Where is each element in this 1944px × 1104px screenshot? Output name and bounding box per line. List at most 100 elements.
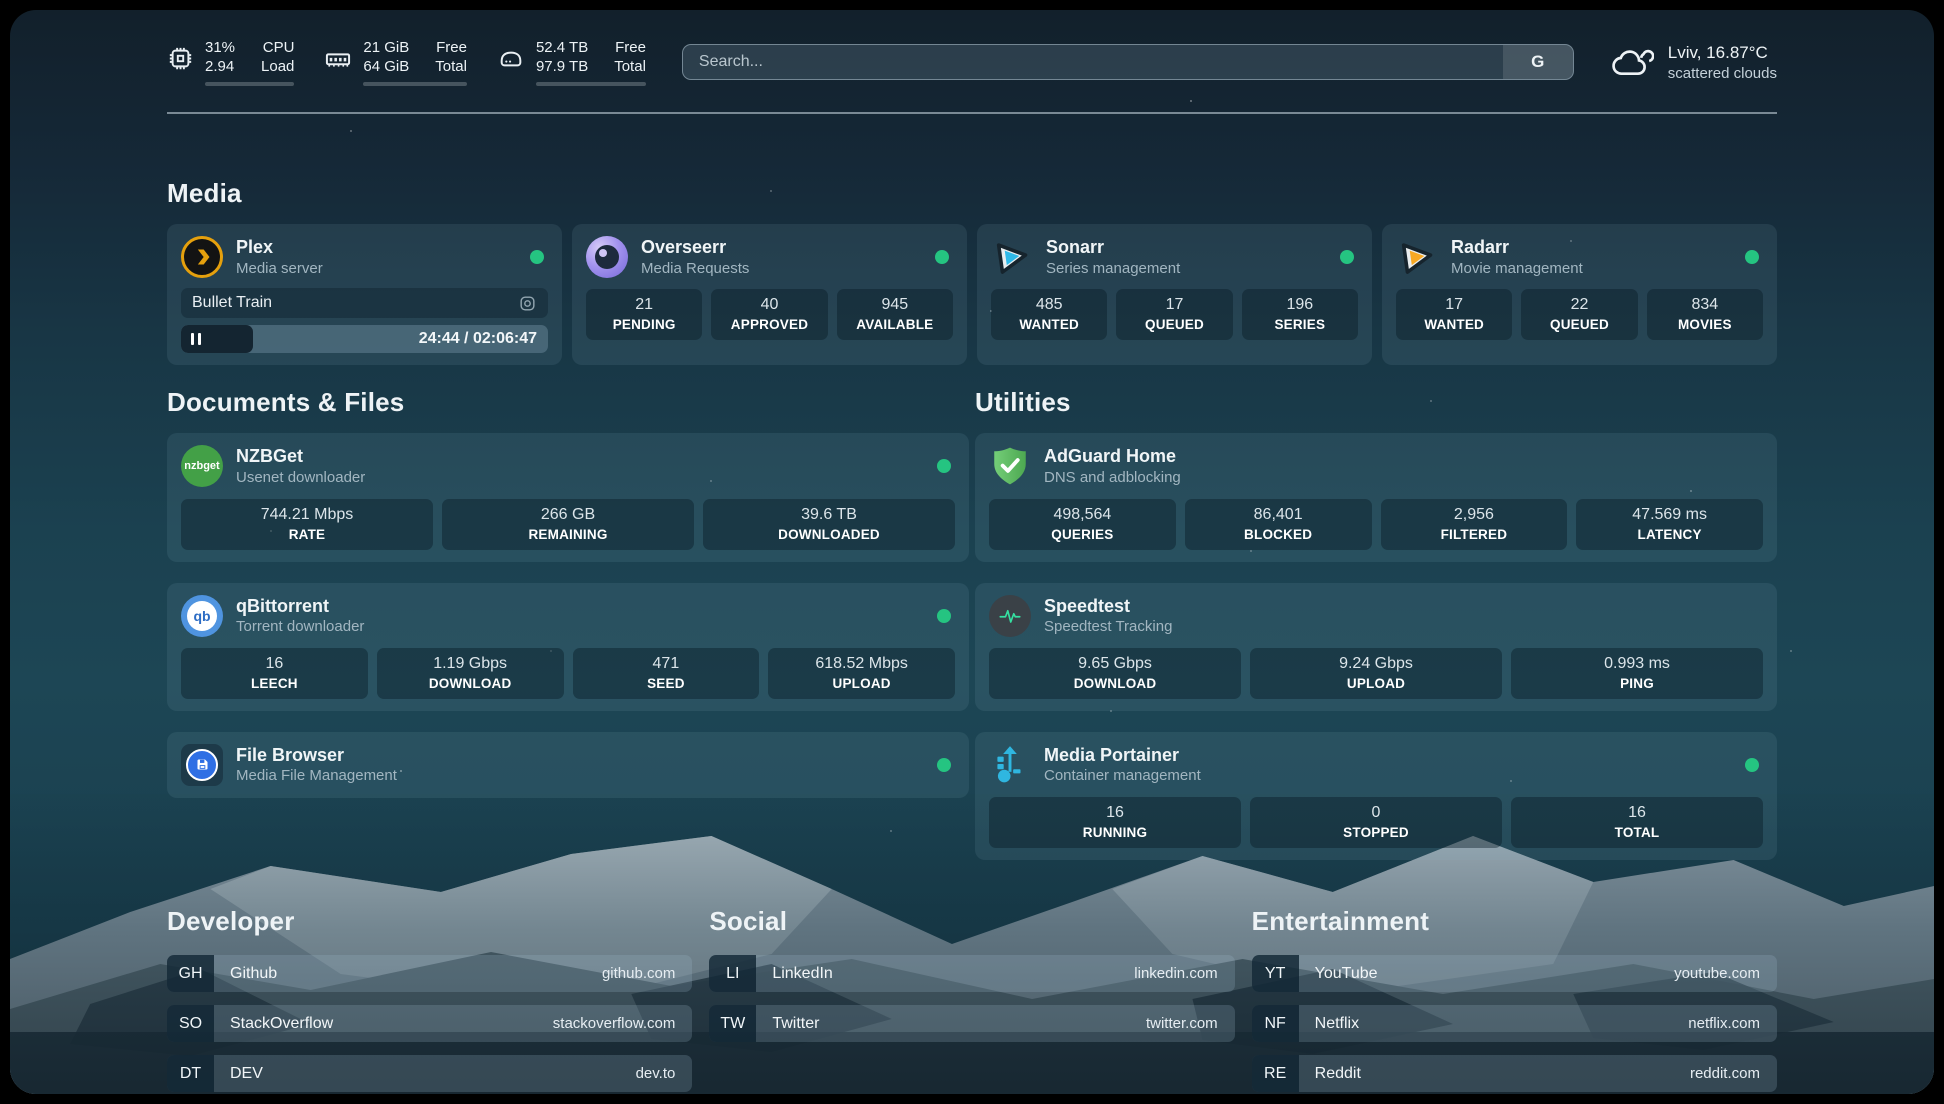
bookmark-name: Github: [214, 955, 277, 992]
cpu-usage-label: CPU: [261, 38, 294, 57]
bookmark-abbr: TW: [709, 1005, 756, 1042]
ram-icon: [324, 45, 352, 73]
service-name: AdGuard Home: [1044, 445, 1181, 468]
stat-box: 266 GBREMAINING: [442, 499, 694, 550]
playback-time: 24:44 / 02:06:47: [419, 330, 537, 348]
media-cards-row: Plex Media server Bullet Train 24:44 / 0…: [167, 224, 1777, 365]
bookmark-abbr: SO: [167, 1005, 214, 1042]
bookmark-stackoverflow[interactable]: SO StackOverflow stackoverflow.com: [167, 1005, 692, 1042]
overseerr-icon: [586, 236, 628, 278]
documents-column: nzbget NZBGet Usenet downloader 744.21 M…: [167, 433, 969, 798]
bookmark-name: DEV: [214, 1055, 263, 1092]
stat-box: 39.6 TBDOWNLOADED: [703, 499, 955, 550]
stat-box: 1.19 GbpsDOWNLOAD: [377, 648, 564, 699]
stat-box: 21PENDING: [586, 289, 702, 340]
service-name: Plex: [236, 236, 323, 259]
bookmark-abbr: YT: [1252, 955, 1299, 992]
bookmark-url: reddit.com: [1690, 1055, 1777, 1092]
bookmark-netflix[interactable]: NF Netflix netflix.com: [1252, 1005, 1777, 1042]
section-title-media: Media: [167, 178, 1777, 209]
stat-box: 744.21 MbpsRATE: [181, 499, 433, 550]
memory-progress-bar: [363, 82, 467, 86]
topbar-divider: [167, 112, 1777, 114]
disk-free-label: Free: [614, 38, 646, 57]
bookmark-dev[interactable]: DT DEV dev.to: [167, 1055, 692, 1092]
service-name: Radarr: [1451, 236, 1583, 259]
status-dot: [1340, 250, 1354, 264]
disk-free-value: 52.4 TB: [536, 38, 588, 57]
status-dot: [935, 250, 949, 264]
disk-total-value: 97.9 TB: [536, 57, 588, 76]
stat-box: 86,401BLOCKED: [1185, 499, 1372, 550]
weather-location-temp: Lviv, 16.87°C: [1668, 43, 1777, 63]
status-dot: [530, 250, 544, 264]
memory-free-value: 21 GiB: [363, 38, 409, 57]
service-card-sonarr[interactable]: Sonarr Series management 485WANTED 17QUE…: [977, 224, 1372, 365]
service-card-radarr[interactable]: Radarr Movie management 17WANTED 22QUEUE…: [1382, 224, 1777, 365]
plex-icon: [181, 236, 223, 278]
bookmark-url: linkedin.com: [1134, 955, 1234, 992]
stat-box: 40APPROVED: [711, 289, 827, 340]
nzbget-icon: nzbget: [181, 445, 223, 487]
service-card-adguard[interactable]: AdGuard Home DNS and adblocking 498,564Q…: [975, 433, 1777, 561]
stat-box: 17WANTED: [1396, 289, 1512, 340]
search-input[interactable]: [683, 53, 1503, 71]
service-desc: Movie management: [1451, 260, 1583, 279]
service-card-plex[interactable]: Plex Media server Bullet Train 24:44 / 0…: [167, 224, 562, 365]
bookmark-url: youtube.com: [1674, 955, 1777, 992]
bookmark-reddit[interactable]: RE Reddit reddit.com: [1252, 1055, 1777, 1092]
service-card-portainer[interactable]: Media Portainer Container management 16R…: [975, 732, 1777, 860]
sonarr-icon: [991, 236, 1033, 278]
service-name: qBittorrent: [236, 595, 364, 618]
bookmark-group-social: Social LI LinkedIn linkedin.com TW Twitt…: [709, 906, 1234, 1094]
search-provider-button[interactable]: G: [1503, 45, 1573, 79]
memory-free-label: Free: [435, 38, 467, 57]
section-title-entertainment: Entertainment: [1252, 906, 1777, 937]
stat-box: 16LEECH: [181, 648, 368, 699]
service-desc: Speedtest Tracking: [1044, 618, 1172, 637]
bookmark-group-developer: Developer GH Github github.com SO StackO…: [167, 906, 692, 1094]
status-dot: [937, 758, 951, 772]
cloud-icon: [1610, 42, 1654, 82]
service-card-overseerr[interactable]: Overseerr Media Requests 21PENDING 40APP…: [572, 224, 967, 365]
cpu-monitor: 31% CPU 2.94 Load: [167, 38, 294, 86]
service-name: Media Portainer: [1044, 744, 1201, 767]
bookmark-url: dev.to: [636, 1055, 693, 1092]
cpu-chip-icon: [167, 45, 194, 72]
stat-box: 9.65 GbpsDOWNLOAD: [989, 648, 1241, 699]
speedtest-icon: [989, 595, 1031, 637]
bookmark-group-entertainment: Entertainment YT YouTube youtube.com NF …: [1252, 906, 1777, 1094]
cpu-usage-value: 31%: [205, 38, 235, 57]
stat-box: 471SEED: [573, 648, 760, 699]
stat-box: 196SERIES: [1242, 289, 1358, 340]
utilities-column: AdGuard Home DNS and adblocking 498,564Q…: [975, 433, 1777, 860]
adguard-icon: [989, 445, 1031, 487]
status-dot: [1745, 250, 1759, 264]
dashboard-window: 31% CPU 2.94 Load 21 GiB: [10, 10, 1934, 1094]
stat-box: 16TOTAL: [1511, 797, 1763, 848]
radarr-icon: [1396, 236, 1438, 278]
bookmark-url: twitter.com: [1146, 1005, 1235, 1042]
stat-box: 485WANTED: [991, 289, 1107, 340]
section-title-developer: Developer: [167, 906, 692, 937]
bookmark-youtube[interactable]: YT YouTube youtube.com: [1252, 955, 1777, 992]
service-desc: Usenet downloader: [236, 469, 365, 488]
bookmark-abbr: GH: [167, 955, 214, 992]
service-card-speedtest[interactable]: Speedtest Speedtest Tracking 9.65 GbpsDO…: [975, 583, 1777, 711]
bookmark-abbr: LI: [709, 955, 756, 992]
pause-icon: [191, 333, 201, 345]
service-card-filebrowser[interactable]: File Browser Media File Management: [167, 732, 969, 798]
stat-box: 17QUEUED: [1116, 289, 1232, 340]
service-desc: Torrent downloader: [236, 618, 364, 637]
bookmark-github[interactable]: GH Github github.com: [167, 955, 692, 992]
bookmark-linkedin[interactable]: LI LinkedIn linkedin.com: [709, 955, 1234, 992]
section-title-utilities: Utilities: [975, 387, 1777, 418]
stat-box: 945AVAILABLE: [837, 289, 953, 340]
service-card-qbittorrent[interactable]: qb qBittorrent Torrent downloader 16LEEC…: [167, 583, 969, 711]
bookmark-twitter[interactable]: TW Twitter twitter.com: [709, 1005, 1234, 1042]
service-desc: Container management: [1044, 767, 1201, 786]
system-monitors: 31% CPU 2.94 Load 21 GiB: [167, 38, 646, 86]
service-card-nzbget[interactable]: nzbget NZBGet Usenet downloader 744.21 M…: [167, 433, 969, 561]
disk-icon: [497, 45, 525, 73]
disk-progress-bar: [536, 82, 646, 86]
